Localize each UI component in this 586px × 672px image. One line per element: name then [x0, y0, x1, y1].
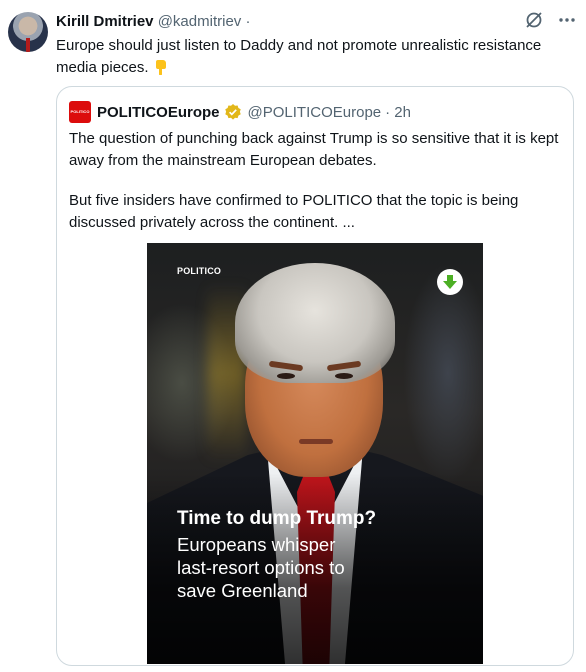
tweet-text: Europe should just listen to Daddy and n… [56, 35, 571, 79]
hair-shape [235, 263, 395, 383]
politico-logo-text: POLITICO [70, 109, 90, 114]
author-avatar[interactable] [8, 12, 48, 52]
media-subtitle-line-1: Europeans whisper [177, 534, 336, 555]
media-subtitle-line-2: last-resort options to [177, 557, 345, 578]
verified-badge-icon [224, 104, 241, 120]
tweet-body: Europe should just listen to Daddy and n… [56, 37, 542, 76]
header-separator: · [245, 13, 251, 30]
media-subtitle-line-3: save Greenland [177, 580, 308, 601]
politico-logo-icon[interactable]: POLITICO [69, 101, 91, 123]
tweet-header: Kirill Dmitriev @kadmitriev · [56, 13, 250, 30]
download-icon[interactable] [437, 269, 463, 295]
more-options-icon[interactable] [558, 11, 576, 29]
quoted-paragraph-1: The question of punching back against Tr… [69, 130, 559, 169]
media-brand-label: POLITICO [177, 266, 222, 276]
quoted-timestamp[interactable]: · 2h [385, 104, 411, 121]
quoted-media-image[interactable]: POLITICO Time to dump Trump? Europeans w… [147, 243, 483, 664]
media-headline: Time to dump Trump? [177, 508, 377, 529]
quoted-tweet-card[interactable]: POLITICO POLITICOEurope @POLITICOEurope … [56, 86, 574, 666]
pointing-down-emoji-icon [153, 59, 169, 76]
quoted-tweet-header: POLITICO POLITICOEurope @POLITICOEurope … [69, 101, 411, 123]
quoted-author-name[interactable]: POLITICOEurope [97, 104, 220, 121]
author-name[interactable]: Kirill Dmitriev [56, 13, 154, 30]
grok-icon[interactable] [524, 10, 544, 30]
quoted-author-handle[interactable]: @POLITICOEurope [248, 104, 382, 121]
author-handle[interactable]: @kadmitriev [158, 13, 242, 30]
quoted-paragraph-2: But five insiders have confirmed to POLI… [69, 192, 519, 231]
quoted-tweet-text: The question of punching back against Tr… [69, 128, 559, 234]
tweet-actions-top [524, 10, 576, 30]
